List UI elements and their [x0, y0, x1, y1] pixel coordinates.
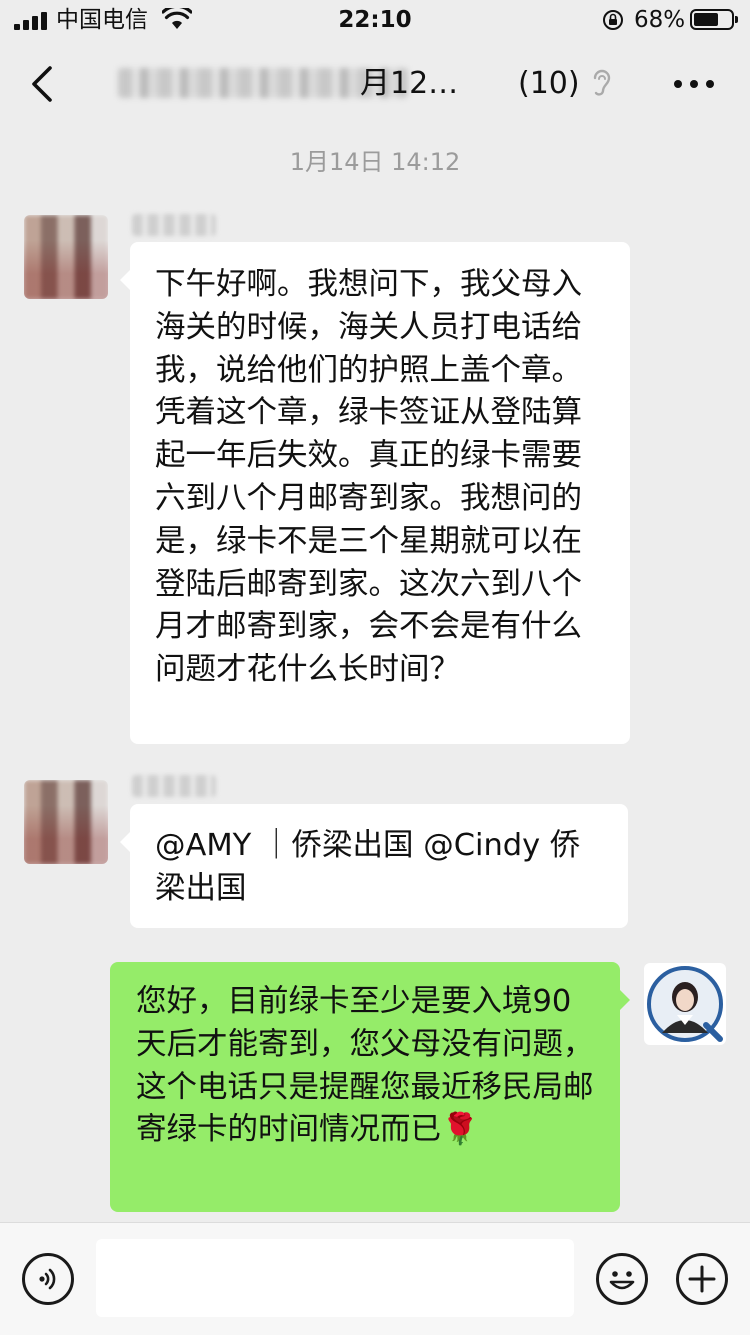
- chat-header: 月12… (10): [0, 40, 750, 128]
- input-bar: [0, 1222, 750, 1335]
- message-input[interactable]: [96, 1239, 574, 1317]
- message-timestamp: 1月14日 14:12: [289, 148, 461, 176]
- battery-percent: 68%: [634, 7, 686, 33]
- sender-name-redacted: [132, 214, 216, 236]
- emoji-icon[interactable]: [596, 1253, 648, 1305]
- ear-icon: [593, 69, 611, 96]
- battery-icon: [690, 9, 738, 30]
- plus-icon[interactable]: [676, 1253, 728, 1305]
- message-bubble-outgoing[interactable]: 您好，目前绿卡至少是要入境90天后才能寄到，您父母没有问题，这个电话只是提醒您最…: [110, 962, 630, 1212]
- orientation-lock-icon: [603, 10, 623, 30]
- chat-title[interactable]: 月12… (10): [110, 62, 611, 106]
- back-icon[interactable]: [22, 60, 66, 108]
- member-count: (10): [518, 66, 580, 101]
- message-bubble-incoming[interactable]: @AMY ｜侨梁出国 @Cindy 侨梁出国: [120, 804, 628, 928]
- sender-avatar[interactable]: [24, 215, 108, 299]
- battery-level: [694, 13, 718, 26]
- voice-icon[interactable]: [22, 1253, 74, 1305]
- profile-photo-icon: [647, 966, 723, 1042]
- message-bubble-incoming[interactable]: 下午好啊。我想问下，我父母入海关的时候，海关人员打电话给我，说给他们的护照上盖个…: [120, 242, 630, 744]
- chat-title-text: 月12…: [360, 66, 459, 101]
- more-icon[interactable]: [670, 70, 718, 98]
- status-bar: 中国电信 22:10 68%: [0, 0, 750, 40]
- sender-name-redacted: [132, 775, 216, 797]
- my-avatar[interactable]: [644, 963, 726, 1045]
- sender-avatar[interactable]: [24, 780, 108, 864]
